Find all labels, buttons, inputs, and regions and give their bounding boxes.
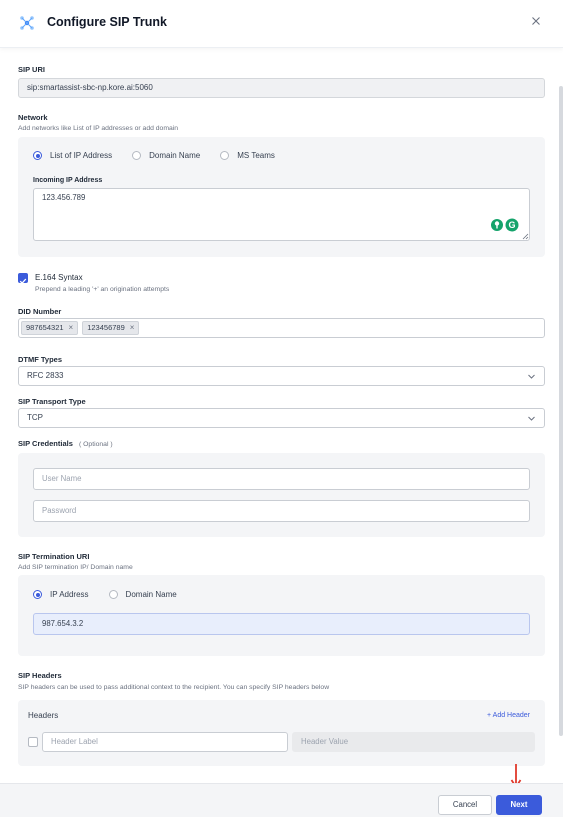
add-header-link[interactable]: + Add Header — [487, 712, 530, 719]
headers-panel-title: Headers — [28, 711, 59, 720]
radio-selected[interactable] — [33, 151, 42, 160]
radio-unselected[interactable] — [220, 151, 230, 160]
svg-text:G: G — [508, 220, 515, 230]
termination-option-label: Domain Name — [125, 590, 177, 599]
did-chip: 987654321 × — [21, 319, 79, 337]
network-option-label: List of IP Address — [50, 151, 113, 160]
termination-option-domain[interactable]: Domain Name — [108, 590, 177, 599]
cancel-button[interactable]: Cancel — [438, 795, 492, 815]
did-input[interactable]: 987654321 × 123456789 × — [18, 318, 545, 338]
e164-hint: Prepend a leading '+' an origination att… — [35, 286, 170, 293]
credentials-label-text: SIP Credentials — [18, 439, 73, 448]
resize-handle-icon[interactable] — [522, 233, 529, 240]
dialog-title: Configure SIP Trunk — [47, 15, 167, 29]
termination-uri-input[interactable]: 987.654.3.2 — [33, 613, 530, 635]
radio-unselected[interactable] — [108, 590, 118, 599]
header-value-input[interactable]: Header Value — [292, 732, 535, 752]
credentials-label: SIP Credentials ( Optional ) — [18, 439, 113, 448]
checkmark-icon — [19, 278, 27, 285]
dialog-header: Configure SIP Trunk — [0, 0, 563, 48]
transport-value: TCP — [27, 413, 43, 422]
termination-option-label: IP Address — [50, 590, 89, 599]
header-row-checkbox[interactable] — [28, 737, 38, 747]
sip-uri-field: sip:smartassist-sbc-np.kore.ai:5060 — [18, 78, 545, 98]
incoming-ip-label: Incoming IP Address — [33, 177, 103, 184]
e164-label: E.164 Syntax — [35, 273, 83, 282]
network-option-domain[interactable]: Domain Name — [132, 151, 200, 160]
close-icon[interactable] — [529, 14, 543, 28]
termination-label: SIP Termination URI — [18, 552, 90, 561]
did-chip-label: 123456789 — [87, 323, 125, 332]
username-input[interactable]: User Name — [33, 468, 530, 490]
transport-label: SIP Transport Type — [18, 397, 86, 406]
network-option-ip-list[interactable]: List of IP Address — [33, 151, 112, 160]
dtmf-value: RFC 2833 — [27, 371, 64, 380]
remove-chip-icon[interactable]: × — [69, 319, 74, 337]
header-label-input[interactable]: Header Label — [42, 732, 288, 752]
chevron-down-icon — [528, 416, 535, 421]
radio-unselected[interactable] — [132, 151, 142, 160]
optional-tag: ( Optional ) — [78, 441, 113, 448]
scrollbar[interactable] — [559, 86, 563, 736]
incoming-ip-value: 123.456.789 — [42, 193, 86, 202]
sip-uri-label: SIP URI — [18, 65, 45, 74]
radio-selected[interactable] — [33, 590, 42, 599]
network-option-ms-teams[interactable]: MS Teams — [220, 151, 275, 160]
network-label: Network — [18, 113, 48, 122]
next-button[interactable]: Next — [496, 795, 542, 815]
password-input[interactable]: Password — [33, 500, 530, 522]
network-option-label: MS Teams — [237, 151, 275, 160]
termination-radio-group: IP Address Domain Name — [33, 590, 197, 599]
dtmf-label: DTMF Types — [18, 355, 63, 364]
e164-checkbox[interactable] — [18, 273, 28, 285]
headers-hint: SIP headers can be used to pass addition… — [18, 684, 330, 691]
chevron-down-icon — [528, 374, 535, 379]
did-chip-label: 987654321 — [26, 323, 64, 332]
network-radio-group: List of IP Address Domain Name MS Teams — [33, 151, 295, 160]
incoming-ip-textarea[interactable]: 123.456.789 — [33, 188, 530, 241]
did-chip: 123456789 × — [82, 319, 140, 337]
did-label: DID Number — [18, 307, 62, 316]
credentials-panel — [18, 453, 545, 537]
grammarly-icon[interactable]: G — [490, 218, 520, 232]
termination-option-ip[interactable]: IP Address — [33, 590, 89, 599]
remove-chip-icon[interactable]: × — [130, 319, 135, 337]
dtmf-select[interactable]: RFC 2833 — [18, 366, 545, 386]
headers-label: SIP Headers — [18, 671, 62, 680]
sip-trunk-logo-icon — [20, 16, 34, 30]
termination-hint: Add SIP termination IP/ Domain name — [18, 564, 133, 571]
network-option-label: Domain Name — [149, 151, 201, 160]
network-hint: Add networks like List of IP addresses o… — [18, 125, 179, 132]
transport-select[interactable]: TCP — [18, 408, 545, 428]
